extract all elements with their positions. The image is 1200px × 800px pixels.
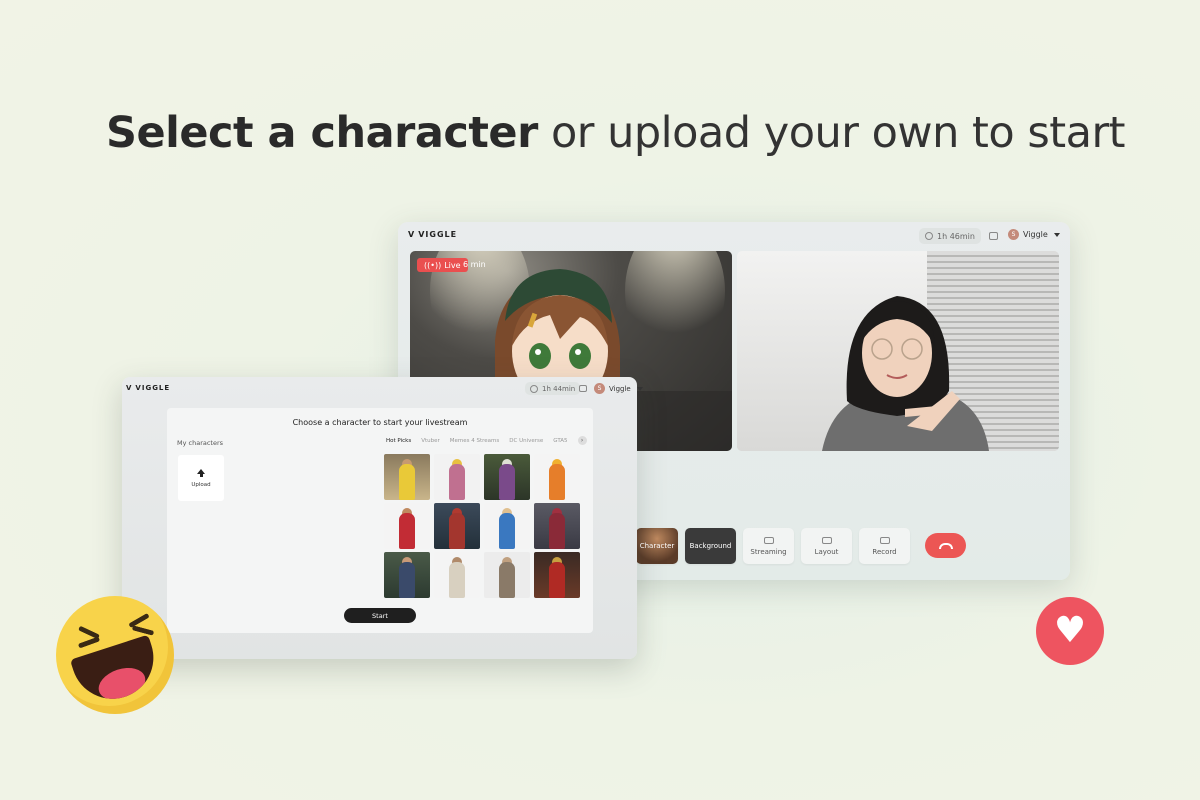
my-characters-heading: My characters	[177, 439, 224, 447]
headline-rest: or upload your own to start	[550, 108, 1126, 158]
logo-text: VIGGLE	[418, 230, 458, 239]
character-card[interactable]	[434, 552, 480, 598]
layout-icon	[821, 536, 832, 544]
live-duration: 6 min	[463, 260, 486, 269]
clock-icon	[925, 232, 933, 240]
timer-pill: 1h 44min	[525, 382, 581, 395]
chevron-down-icon	[1053, 232, 1060, 237]
streaming-icon	[763, 536, 774, 544]
avatar: S	[594, 383, 605, 394]
character-card[interactable]	[434, 503, 480, 549]
character-card[interactable]	[534, 454, 580, 500]
character-button[interactable]: Character	[636, 528, 678, 564]
timer-pill: 1h 46min	[919, 228, 981, 244]
window-header: V VIGGLE 1h 46min S Viggle	[398, 222, 1070, 250]
viggle-logo[interactable]: V VIGGLE	[126, 384, 170, 392]
avatar: S	[1008, 229, 1019, 240]
chevron-right-icon[interactable]: ›	[577, 436, 587, 445]
layout-button[interactable]: Layout	[801, 528, 852, 564]
hang-up-icon	[938, 542, 953, 549]
logo-text: VIGGLE	[135, 384, 171, 392]
headline-bold: Select a character	[106, 108, 538, 158]
call-toolbar: Character Background Streaming Layout Re…	[636, 528, 910, 564]
upload-button[interactable]: Upload	[178, 455, 224, 501]
live-label: Live	[444, 260, 461, 270]
record-button[interactable]: Record	[859, 528, 910, 564]
panel-title: Choose a character to start your livestr…	[292, 418, 468, 427]
user-menu[interactable]: S Viggle	[1008, 229, 1060, 240]
record-label: Record	[872, 547, 897, 556]
upload-icon	[197, 468, 205, 477]
tab-memes-4-streams[interactable]: Memes 4 Streams	[450, 438, 500, 444]
end-call-button[interactable]	[925, 533, 966, 558]
headline: Select a character or upload your own to…	[106, 108, 1125, 158]
record-icon	[879, 536, 890, 544]
user-name: Viggle	[609, 384, 631, 393]
character-select-window: V VIGGLE 1h 44min S Viggle Choose a char…	[122, 377, 643, 659]
tab-hot-picks[interactable]: Hot Picks	[386, 438, 411, 444]
category-tabs: Hot Picks Vtuber Memes 4 Streams DC Univ…	[386, 436, 587, 445]
streaming-button[interactable]: Streaming	[743, 528, 794, 564]
calendar-icon[interactable]	[989, 232, 998, 240]
character-card[interactable]	[484, 503, 530, 549]
character-picker-panel: Choose a character to start your livestr…	[167, 408, 593, 633]
viggle-logo[interactable]: V VIGGLE	[408, 230, 457, 239]
laughing-emoji-icon	[56, 596, 174, 714]
tab-gta5[interactable]: GTA5	[553, 438, 567, 444]
person-on-camera	[822, 296, 989, 451]
live-badge: ((•)) Live	[417, 258, 468, 272]
viggle-logo-icon: V	[126, 384, 133, 392]
timer-text: 1h 44min	[542, 384, 576, 393]
background-button[interactable]: Background	[685, 528, 736, 564]
calendar-icon[interactable]	[579, 385, 587, 392]
streaming-label: Streaming	[750, 547, 787, 556]
upload-label: Upload	[191, 481, 211, 488]
clock-icon	[530, 384, 538, 393]
character-card[interactable]	[384, 503, 430, 549]
timer-text: 1h 46min	[937, 231, 975, 241]
background-label: Background	[689, 542, 732, 550]
chevron-down-icon	[636, 386, 643, 391]
character-grid	[384, 454, 580, 598]
character-card[interactable]	[384, 552, 430, 598]
character-card[interactable]	[534, 552, 580, 598]
character-label: Character	[639, 542, 675, 550]
tab-dc-universe[interactable]: DC Universe	[509, 438, 543, 444]
user-name: Viggle	[1023, 230, 1048, 239]
character-card[interactable]	[434, 454, 480, 500]
character-card[interactable]	[534, 503, 580, 549]
layout-label: Layout	[814, 547, 839, 556]
user-menu[interactable]: S Viggle	[594, 383, 643, 394]
heart-icon: ♥	[1036, 597, 1104, 665]
live-broadcast-icon: ((•))	[424, 260, 442, 270]
character-card[interactable]	[484, 454, 530, 500]
character-card[interactable]	[384, 454, 430, 500]
start-button[interactable]: Start	[344, 608, 416, 623]
character-card[interactable]	[484, 552, 530, 598]
viggle-logo-icon: V	[408, 230, 416, 239]
camera-video-feed	[737, 251, 1059, 451]
tab-vtuber[interactable]: Vtuber	[421, 438, 440, 444]
